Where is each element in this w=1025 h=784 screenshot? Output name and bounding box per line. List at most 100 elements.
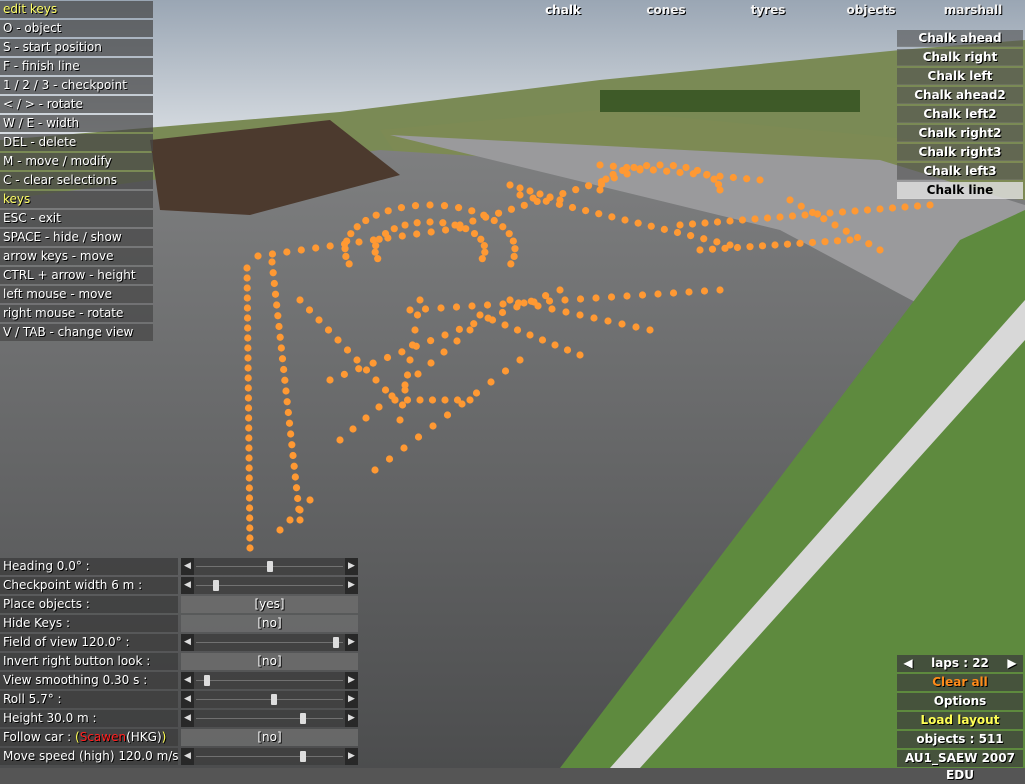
slider-view-smoothing-0-30-s[interactable]: ◀ ▶ — [181, 672, 358, 689]
chalk-dot — [507, 260, 515, 268]
options-button[interactable]: Options — [897, 693, 1023, 710]
chalk-dot — [656, 161, 664, 169]
slider-decrease-icon[interactable]: ◀ — [181, 748, 194, 765]
slider-increase-icon[interactable]: ▶ — [345, 577, 358, 594]
chalk-dot — [283, 248, 291, 256]
slider-thumb[interactable] — [204, 675, 211, 686]
follow-car-label: Follow car : — [3, 730, 72, 744]
slider-track[interactable] — [196, 756, 343, 757]
slider-heading-0-0[interactable]: ◀ ▶ — [181, 558, 358, 575]
toggle-hide-keys[interactable]: [no] — [181, 615, 358, 632]
slider-roll-5-7[interactable]: ◀ ▶ — [181, 691, 358, 708]
slider-decrease-icon[interactable]: ◀ — [181, 577, 194, 594]
slider-track[interactable] — [196, 718, 343, 719]
chalk-dot — [660, 225, 668, 233]
chalk-dot — [876, 246, 884, 254]
tab-tyres[interactable]: tyres — [730, 0, 806, 20]
slider-thumb[interactable] — [266, 561, 273, 572]
chalk-dot — [716, 186, 724, 194]
chalk-dot — [243, 294, 251, 302]
chalk-dot — [371, 466, 379, 474]
slider-decrease-icon[interactable]: ◀ — [181, 558, 194, 575]
chalk-dot — [511, 245, 519, 253]
chalk-dot — [343, 346, 352, 354]
laps-increase-button[interactable]: ▶ — [1005, 655, 1019, 672]
slider-thumb[interactable] — [270, 694, 277, 705]
slider-decrease-icon[interactable]: ◀ — [181, 691, 194, 708]
chalk-dot — [347, 230, 355, 238]
slider-thumb[interactable] — [300, 751, 307, 762]
slider-height-30-0-m[interactable]: ◀ ▶ — [181, 710, 358, 727]
chalk-dot — [244, 344, 252, 352]
chalk-option-3[interactable]: Chalk left — [897, 68, 1023, 85]
chalk-dot — [499, 223, 507, 231]
chalk-dot — [796, 239, 804, 247]
tab-cones[interactable]: cones — [628, 0, 704, 20]
chalk-dot — [246, 544, 254, 552]
slider-thumb[interactable] — [332, 637, 339, 648]
load-layout-button[interactable]: Load layout — [897, 712, 1023, 729]
slider-increase-icon[interactable]: ▶ — [345, 710, 358, 727]
key-hint: V / TAB - change view — [0, 324, 153, 341]
chalk-option-9[interactable]: Chalk line — [897, 182, 1023, 199]
slider-checkpoint-width-6-m[interactable]: ◀ ▶ — [181, 577, 358, 594]
chalk-dot — [453, 337, 461, 345]
slider-decrease-icon[interactable]: ◀ — [181, 710, 194, 727]
chalk-dot — [306, 496, 314, 504]
option-label-place-objects: Place objects : — [0, 596, 178, 613]
slider-decrease-icon[interactable]: ◀ — [181, 672, 194, 689]
slider-increase-icon[interactable]: ▶ — [345, 748, 358, 765]
chalk-dot — [355, 238, 363, 246]
toggle-follow-car[interactable]: [no] — [181, 729, 358, 746]
chalk-dot — [783, 240, 792, 248]
toggle-invert-right-button-look[interactable]: [no] — [181, 653, 358, 670]
chalk-dot — [245, 444, 253, 452]
chalk-dot — [703, 170, 711, 179]
chalk-dot — [292, 484, 301, 492]
options-label: Options — [933, 694, 987, 708]
tab-objects[interactable]: objects — [832, 0, 910, 20]
chalk-dot — [397, 204, 406, 212]
chalk-dot — [280, 365, 288, 374]
chalk-dot — [776, 213, 784, 221]
chalk-option-2[interactable]: Chalk right — [897, 49, 1023, 66]
chalk-dot — [708, 245, 717, 253]
laps-decrease-button[interactable]: ◀ — [901, 655, 915, 672]
chalk-dot — [788, 212, 797, 220]
chalk-dot — [441, 226, 450, 234]
toggle-place-objects[interactable]: [yes] — [181, 596, 358, 613]
chalk-dot — [618, 166, 627, 175]
slider-field-of-view-120-0[interactable]: ◀ ▶ — [181, 634, 358, 651]
chalk-option-5[interactable]: Chalk left2 — [897, 106, 1023, 123]
chalk-option-7[interactable]: Chalk right3 — [897, 144, 1023, 161]
slider-increase-icon[interactable]: ▶ — [345, 672, 358, 689]
slider-increase-icon[interactable]: ▶ — [345, 691, 358, 708]
chalk-dot — [406, 356, 414, 364]
chalk-dot — [676, 221, 684, 229]
slider-decrease-icon[interactable]: ◀ — [181, 634, 194, 651]
chalk-option-6[interactable]: Chalk right2 — [897, 125, 1023, 142]
chalk-dot — [738, 216, 747, 224]
slider-track[interactable] — [196, 699, 343, 700]
chalk-dot — [746, 243, 754, 251]
tab-chalk[interactable]: chalk — [520, 0, 606, 20]
slider-increase-icon[interactable]: ▶ — [345, 634, 358, 651]
chalk-dot — [477, 235, 485, 243]
chalk-dot — [245, 474, 253, 482]
tab-marshall[interactable]: marshall — [924, 0, 1022, 20]
chalk-option-1[interactable]: Chalk ahead — [897, 30, 1023, 47]
chalk-dot — [846, 236, 854, 244]
slider-thumb[interactable] — [212, 580, 219, 591]
slider-track[interactable] — [196, 642, 343, 643]
slider-track[interactable] — [196, 680, 343, 681]
slider-increase-icon[interactable]: ▶ — [345, 558, 358, 575]
chalk-option-8[interactable]: Chalk left3 — [897, 163, 1023, 180]
slider-thumb[interactable] — [300, 713, 307, 724]
clear-all-button[interactable]: Clear all — [897, 674, 1023, 691]
chalk-dot — [551, 341, 559, 349]
slider-move-speed-high-120-0-m-s[interactable]: ◀ ▶ — [181, 748, 358, 765]
chalk-dot — [654, 290, 662, 298]
chalk-option-4[interactable]: Chalk ahead2 — [897, 87, 1023, 104]
chalk-dot — [468, 302, 476, 310]
chalk-dot — [245, 434, 253, 442]
